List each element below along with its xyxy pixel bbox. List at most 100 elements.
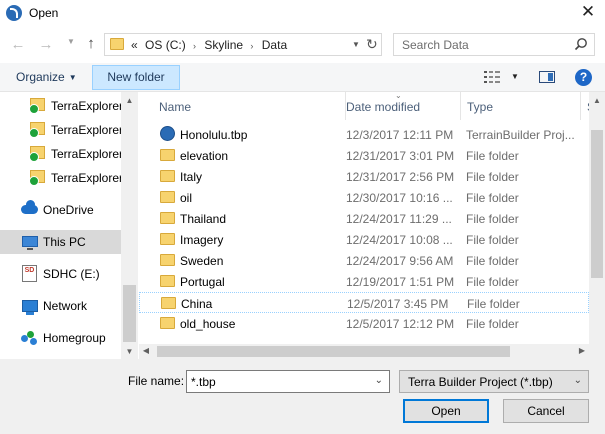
file-date: 12/19/2017 1:51 PM <box>346 275 455 289</box>
breadcrumb-separator-icon[interactable]: › <box>193 41 196 51</box>
terrainbuilder-file-icon <box>160 126 175 141</box>
chevron-down-icon: ⌄ <box>573 375 582 386</box>
file-name: Italy <box>180 170 203 184</box>
window-title: Open <box>29 6 59 20</box>
back-arrow-icon[interactable]: ← <box>8 36 28 53</box>
file-type: File folder <box>466 149 519 163</box>
file-type: File folder <box>466 275 519 289</box>
file-list-vertical-scrollbar[interactable]: ▲ <box>589 92 605 344</box>
file-row[interactable]: Thailand 12/24/2017 11:29 ... File folde… <box>139 208 589 229</box>
onedrive-icon <box>21 200 38 214</box>
file-name: Sweden <box>180 254 224 268</box>
breadcrumb-item-data[interactable]: Data <box>262 38 287 52</box>
up-arrow-icon[interactable]: ↑ <box>82 35 100 52</box>
recent-locations-chevron-icon[interactable]: ▼ <box>67 37 75 46</box>
folder-icon <box>160 254 175 266</box>
file-date: 12/5/2017 12:12 PM <box>346 317 455 331</box>
breadcrumb-overflow[interactable]: « <box>131 38 138 52</box>
nav-item-label: SDHC (E:) <box>43 267 100 281</box>
file-name: oil <box>180 191 193 205</box>
breadcrumb-item-skyline[interactable]: Skyline <box>204 38 243 52</box>
this-pc-icon <box>22 236 38 250</box>
nav-item-onedrive[interactable]: OneDrive <box>0 198 121 222</box>
nav-item-label: TerraExplorer <box>51 123 124 137</box>
file-row[interactable]: oil 12/30/2017 10:16 ... File folder <box>139 187 589 208</box>
file-date: 12/30/2017 10:16 ... <box>346 191 453 205</box>
app-icon <box>6 5 22 21</box>
scrollbar-thumb[interactable] <box>123 285 136 342</box>
scrollbar-thumb[interactable] <box>591 130 603 278</box>
column-header-label: Type <box>467 100 494 114</box>
file-date: 12/24/2017 11:29 ... <box>346 212 452 226</box>
navigation-scrollbar[interactable]: ▲ ▼ <box>121 92 138 359</box>
folder-icon <box>161 297 176 309</box>
nav-item-label: This PC <box>43 235 86 249</box>
nav-item-terraexplorer-3[interactable]: TerraExplorer <box>0 142 123 166</box>
file-name: old_house <box>180 317 236 331</box>
nav-item-network[interactable]: Network <box>0 294 121 318</box>
nav-item-terraexplorer-1[interactable]: TerraExplorer <box>0 94 123 118</box>
file-row[interactable]: Italy 12/31/2017 2:56 PM File folder <box>139 166 589 187</box>
refresh-icon[interactable]: ↻ <box>366 36 378 53</box>
file-type-select[interactable]: Terra Builder Project (*.tbp) ⌄ <box>399 370 589 393</box>
terraexplorer-folder-icon <box>29 146 45 162</box>
open-button[interactable]: Open <box>403 399 489 423</box>
search-icon[interactable] <box>574 37 588 51</box>
file-row[interactable]: China 12/5/2017 3:45 PM File folder <box>139 292 589 313</box>
sd-card-icon: SD <box>22 265 37 282</box>
view-dropdown-chevron-icon[interactable]: ▼ <box>511 72 519 81</box>
search-input[interactable]: Search Data <box>393 33 595 56</box>
nav-item-label: TerraExplorer <box>51 171 124 185</box>
file-list-horizontal-scrollbar[interactable]: ◀ ▶ <box>139 344 589 359</box>
file-row[interactable]: Honolulu.tbp 12/3/2017 12:11 PM TerrainB… <box>139 124 589 145</box>
file-type: File folder <box>466 212 519 226</box>
nav-item-label: Homegroup <box>43 331 106 345</box>
file-row[interactable]: old_house 12/5/2017 12:12 PM File folder <box>139 313 589 334</box>
address-dropdown-icon[interactable]: ▼ <box>352 40 360 49</box>
scroll-right-icon[interactable]: ▶ <box>575 346 589 355</box>
scroll-left-icon[interactable]: ◀ <box>139 346 153 355</box>
column-header-label: Name <box>159 100 192 114</box>
forward-arrow-icon[interactable]: → <box>36 36 56 53</box>
file-row[interactable]: Sweden 12/24/2017 9:56 AM File folder <box>139 250 589 271</box>
file-row[interactable]: elevation 12/31/2017 3:01 PM File folder <box>139 145 589 166</box>
new-folder-button[interactable]: New folder <box>92 65 180 90</box>
folder-icon <box>160 212 175 224</box>
column-header-type[interactable]: Type <box>461 92 581 120</box>
file-list: Name Date modified ⌄ Type S Honolulu.tbp… <box>139 92 589 344</box>
file-date: 12/24/2017 9:56 AM <box>346 254 454 268</box>
column-header-name[interactable]: Name <box>153 92 346 120</box>
preview-pane-icon[interactable] <box>539 71 555 83</box>
address-bar[interactable]: « OS (C:) › Skyline › Data ▼ ↻ <box>104 33 382 56</box>
nav-item-homegroup[interactable]: Homegroup <box>0 326 121 350</box>
close-icon[interactable]: ✕ <box>579 3 597 21</box>
nav-item-terraexplorer-2[interactable]: TerraExplorer <box>0 118 124 142</box>
scroll-up-icon[interactable]: ▲ <box>589 96 605 105</box>
cancel-button[interactable]: Cancel <box>503 399 589 423</box>
nav-item-terraexplorer-4[interactable]: TerraExplorer <box>0 166 124 190</box>
breadcrumb-item-os-c[interactable]: OS (C:) <box>145 38 186 52</box>
nav-item-sdhc[interactable]: SD SDHC (E:) <box>0 262 121 286</box>
scrollbar-thumb[interactable] <box>157 346 510 357</box>
file-row[interactable]: Portugal 12/19/2017 1:51 PM File folder <box>139 271 589 292</box>
chevron-down-icon[interactable]: ⌄ <box>375 375 383 386</box>
file-name-label: File name: <box>128 374 185 388</box>
view-options-icon[interactable] <box>484 71 500 83</box>
nav-item-this-pc[interactable]: This PC <box>0 230 121 254</box>
scroll-up-icon[interactable]: ▲ <box>121 96 138 105</box>
file-row[interactable]: Imagery 12/24/2017 10:08 ... File folder <box>139 229 589 250</box>
scroll-down-icon[interactable]: ▼ <box>121 347 138 356</box>
file-date: 12/3/2017 12:11 PM <box>346 128 454 142</box>
folder-icon <box>160 170 175 182</box>
title-bar: Open ✕ <box>0 0 605 27</box>
file-name-input[interactable]: *.tbp ⌄ <box>186 370 390 393</box>
column-header-size[interactable]: S <box>581 92 589 120</box>
help-icon[interactable]: ? <box>575 69 592 86</box>
chevron-down-icon: ▼ <box>68 73 77 82</box>
file-date: 12/24/2017 10:08 ... <box>346 233 453 247</box>
terraexplorer-folder-icon <box>29 98 45 114</box>
breadcrumb-separator-icon[interactable]: › <box>250 41 253 51</box>
organize-menu-button[interactable]: Organize ▼ <box>16 70 77 84</box>
terraexplorer-folder-icon <box>29 170 45 186</box>
file-type: TerrainBuilder Proj... <box>466 128 575 142</box>
